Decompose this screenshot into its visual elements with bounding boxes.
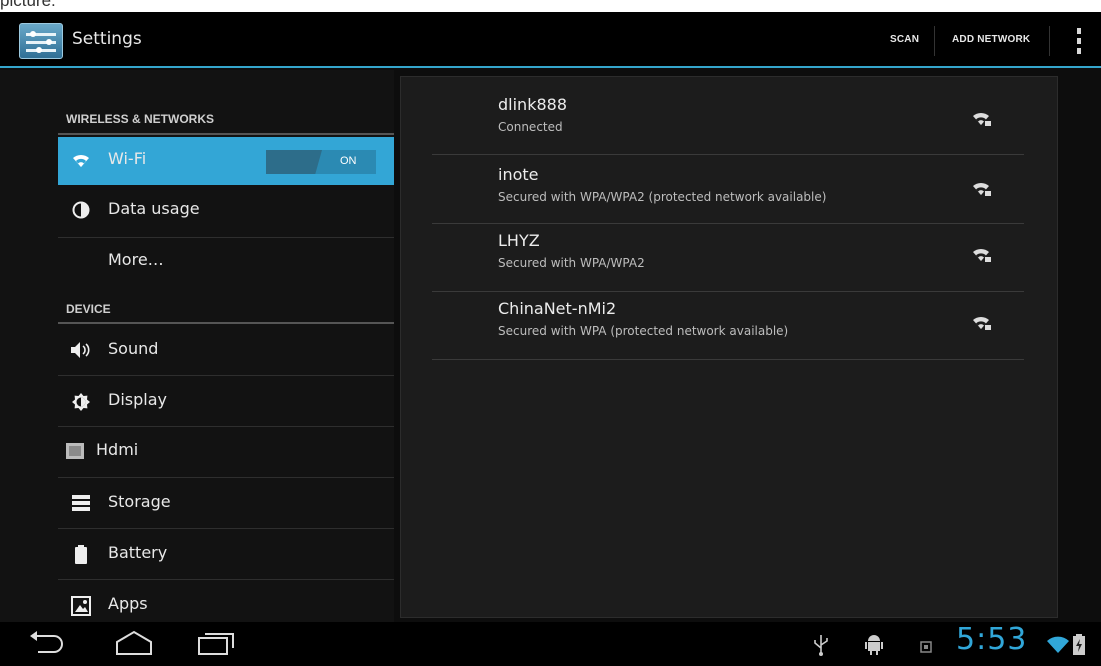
- network-ssid: ChinaNet-nMi2: [498, 299, 617, 318]
- divider: [58, 375, 394, 376]
- sidebar-item-label: Data usage: [108, 199, 200, 218]
- sidebar-item-label: Hdmi: [96, 440, 139, 459]
- sidebar-item-hdmi[interactable]: Hdmi: [52, 428, 388, 476]
- page-caption: picture.: [0, 0, 1101, 12]
- network-item-dlink888[interactable]: dlink888 Connected: [432, 87, 1024, 149]
- storage-icon: [70, 494, 92, 514]
- usb-icon: [812, 634, 832, 656]
- divider: [432, 154, 1024, 155]
- network-ssid: LHYZ: [498, 231, 540, 250]
- network-status: Secured with WPA (protected network avai…: [498, 324, 789, 338]
- sidebar-item-data-usage[interactable]: Data usage: [58, 187, 394, 235]
- status-clock: 5:53: [956, 622, 1028, 657]
- wifi-signal-locked-icon: [972, 315, 992, 331]
- divider: [58, 477, 394, 478]
- sidebar-item-battery[interactable]: Battery: [58, 531, 394, 579]
- network-item-lhyz[interactable]: LHYZ Secured with WPA/WPA2: [432, 223, 1024, 285]
- sidebar-item-display[interactable]: Display: [58, 378, 394, 426]
- settings-sidebar: WIRELESS & NETWORKS Wi-Fi ON Data usage …: [0, 70, 394, 622]
- wifi-network-list: dlink888 Connected inote Secured with WP…: [400, 76, 1058, 618]
- switch-state-label: ON: [340, 155, 357, 167]
- sidebar-item-wifi[interactable]: Wi-Fi ON: [58, 137, 394, 185]
- divider: [58, 579, 394, 580]
- page-title: Settings: [72, 29, 142, 49]
- wifi-signal-locked-icon: [972, 247, 992, 263]
- wifi-toggle-switch[interactable]: ON: [266, 150, 376, 174]
- sidebar-item-label: Battery: [108, 543, 168, 562]
- wifi-signal-locked-icon: [972, 111, 992, 127]
- sidebar-item-label: Sound: [108, 339, 159, 358]
- data-usage-icon: [70, 201, 92, 221]
- android-screen: Settings SCAN ADD NETWORK WIRELESS & NET…: [0, 12, 1101, 666]
- section-divider: [58, 133, 394, 135]
- network-item-chinanet[interactable]: ChinaNet-nMi2 Secured with WPA (protecte…: [432, 291, 1024, 353]
- section-header-wireless: WIRELESS & NETWORKS: [66, 112, 215, 126]
- overflow-menu-icon[interactable]: [1074, 26, 1084, 56]
- back-icon[interactable]: [26, 630, 66, 660]
- divider: [934, 26, 935, 56]
- sidebar-item-label: Display: [108, 390, 167, 409]
- network-ssid: inote: [498, 165, 539, 184]
- sidebar-item-storage[interactable]: Storage: [58, 480, 394, 528]
- add-network-button[interactable]: ADD NETWORK: [952, 34, 1030, 45]
- scan-button[interactable]: SCAN: [890, 34, 919, 45]
- sound-icon: [70, 341, 92, 361]
- network-status: Secured with WPA/WPA2 (protected network…: [498, 190, 827, 204]
- network-status: Connected: [498, 120, 563, 134]
- notification-icon: [920, 638, 940, 658]
- sidebar-item-label: More…: [108, 250, 164, 269]
- wifi-status-icon: [1046, 636, 1069, 656]
- divider: [58, 426, 394, 427]
- divider: [1049, 26, 1050, 56]
- section-header-device: DEVICE: [66, 302, 111, 316]
- battery-icon: [70, 545, 92, 565]
- section-divider: [58, 322, 394, 324]
- home-icon[interactable]: [114, 630, 154, 660]
- recent-apps-icon[interactable]: [196, 630, 236, 660]
- network-status: Secured with WPA/WPA2: [498, 256, 645, 270]
- apps-icon: [70, 596, 92, 616]
- android-debug-icon: [864, 634, 884, 655]
- wifi-icon: [70, 151, 92, 171]
- network-ssid: dlink888: [498, 95, 567, 114]
- divider: [58, 528, 394, 529]
- wifi-signal-locked-icon: [972, 181, 992, 197]
- display-icon: [70, 392, 92, 412]
- divider: [432, 359, 1024, 360]
- network-item-inote[interactable]: inote Secured with WPA/WPA2 (protected n…: [432, 157, 1024, 219]
- action-bar: Settings SCAN ADD NETWORK: [0, 12, 1101, 68]
- caption-text: picture.: [0, 0, 56, 10]
- sidebar-item-sound[interactable]: Sound: [58, 327, 394, 375]
- sidebar-item-label: Storage: [108, 492, 171, 511]
- sidebar-item-label: Apps: [108, 594, 148, 613]
- battery-status-icon: [1072, 634, 1092, 655]
- sidebar-item-label: Wi-Fi: [108, 149, 147, 168]
- settings-sliders-icon[interactable]: [19, 23, 63, 59]
- system-nav-bar: 5:53: [0, 622, 1101, 666]
- sidebar-item-more[interactable]: More…: [58, 238, 394, 286]
- hdmi-icon: [64, 442, 86, 462]
